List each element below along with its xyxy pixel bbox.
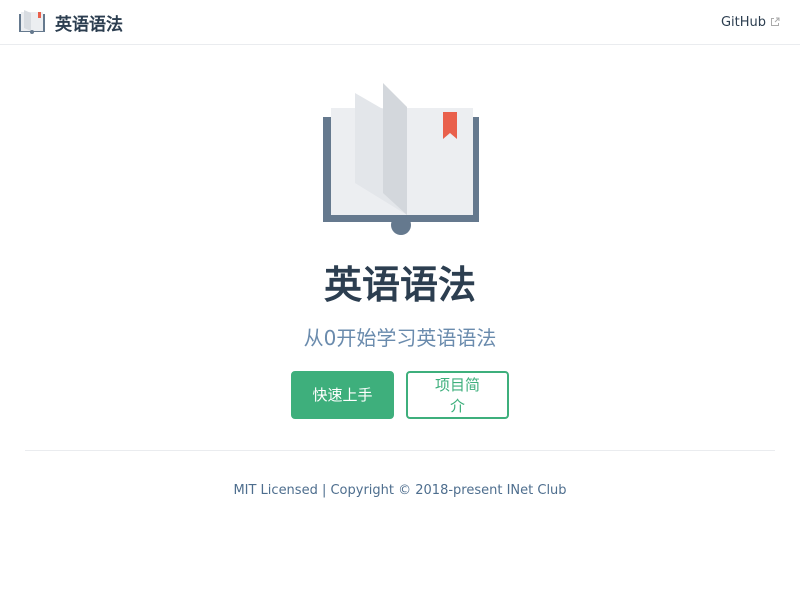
hero-description: 从0开始学习英语语法: [303, 325, 497, 350]
get-started-button[interactable]: 快速上手: [291, 370, 394, 419]
github-link-label: GitHub: [720, 14, 766, 30]
book-logo-icon: [19, 10, 45, 34]
footer-divider: [25, 450, 775, 451]
site-brand-link[interactable]: 英语语法: [18, 9, 123, 35]
open-book-icon: [323, 83, 479, 235]
hero-title: 英语语法: [323, 263, 476, 307]
outbound-link-icon: [771, 17, 780, 26]
hero-section: 英语语法 从0开始学习英语语法 快速上手 项目简介: [0, 45, 800, 419]
footer: MIT Licensed | Copyright © 2018-present …: [0, 483, 800, 498]
footer-text: MIT Licensed | Copyright © 2018-present …: [233, 483, 567, 498]
hero-actions: 快速上手 项目简介: [0, 370, 800, 419]
navbar: 英语语法 GitHub: [0, 0, 800, 45]
site-name: 英语语法: [55, 14, 123, 35]
project-intro-button[interactable]: 项目简介: [406, 370, 509, 419]
github-link[interactable]: GitHub: [721, 15, 780, 30]
